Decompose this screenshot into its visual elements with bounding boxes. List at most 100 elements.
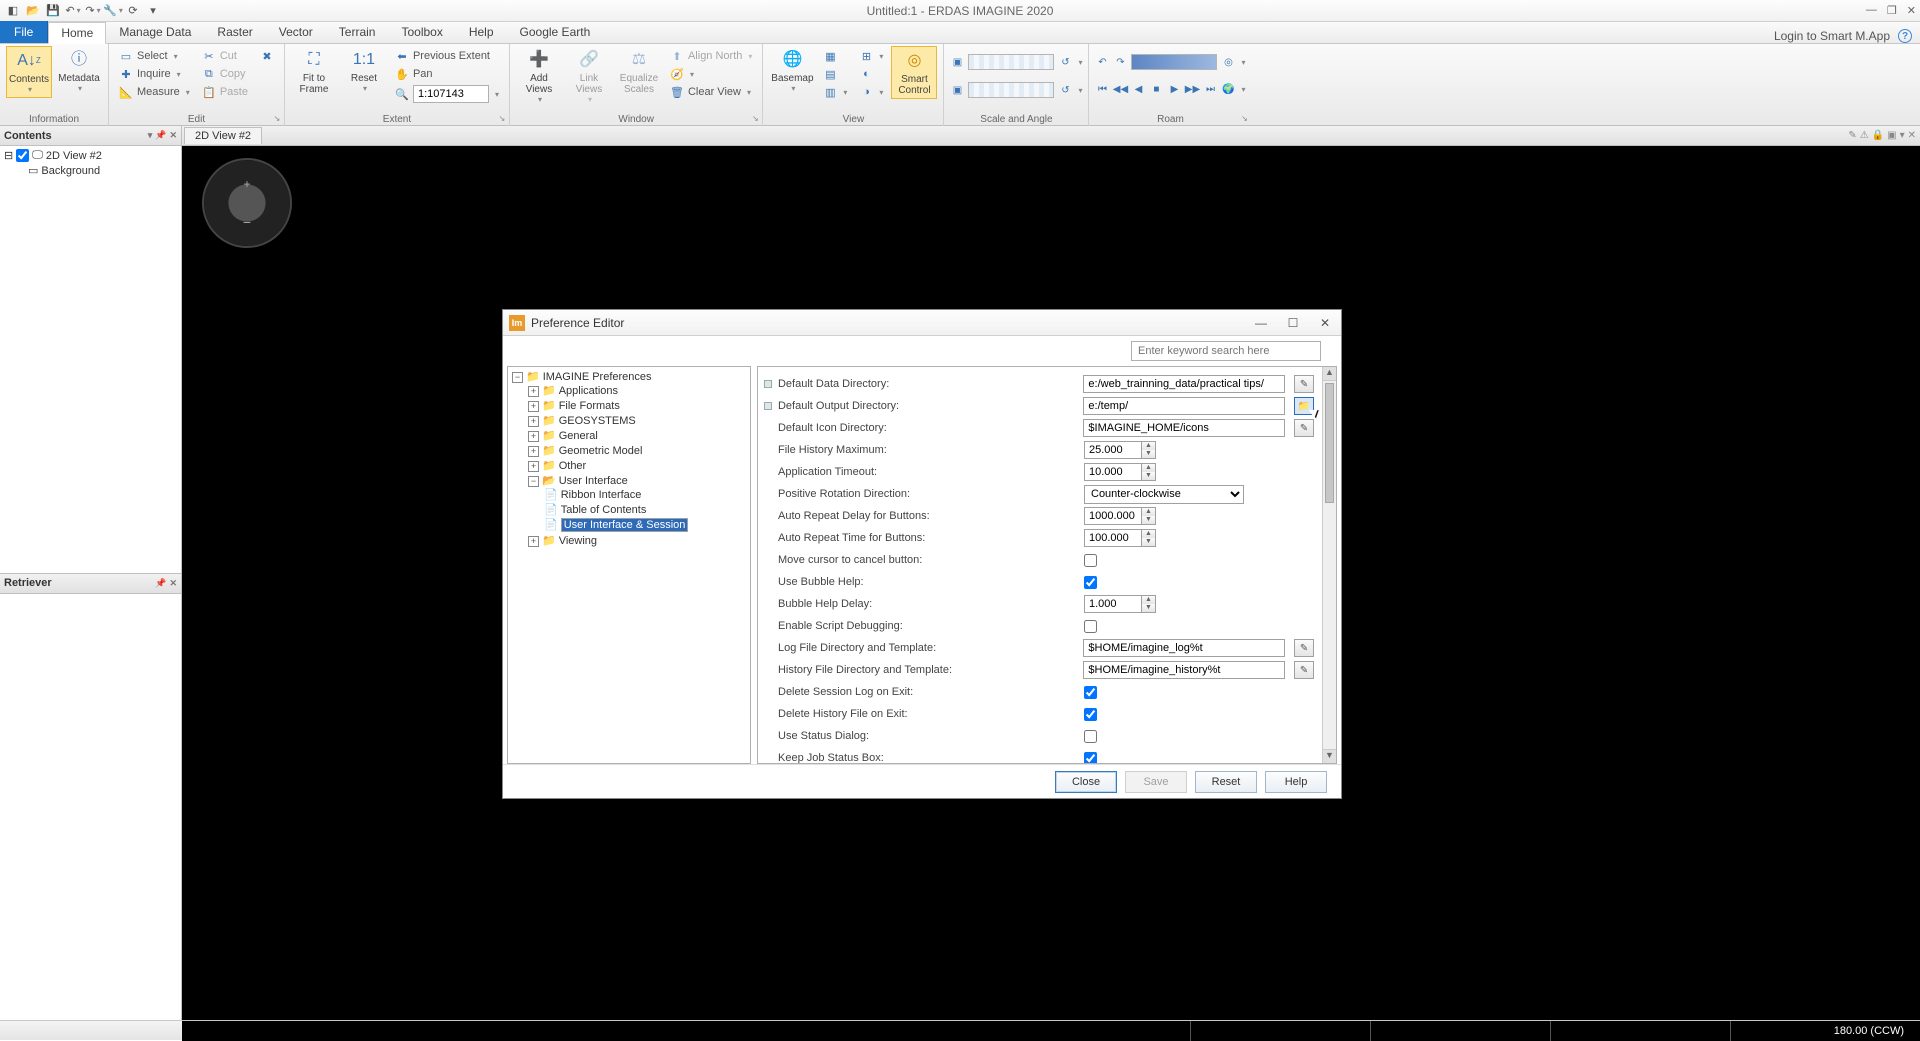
reset-button[interactable]: Reset: [1195, 771, 1257, 793]
view-tool-a[interactable]: ✎: [1848, 130, 1856, 141]
script-debug-checkbox[interactable]: [1084, 620, 1097, 633]
dialog-maximize-icon[interactable]: ☐: [1283, 316, 1303, 330]
tree-row-background[interactable]: ▭Background: [2, 163, 179, 178]
tab-home[interactable]: Home: [48, 22, 106, 44]
file-history-stepper[interactable]: ▲▼: [1142, 441, 1156, 459]
roam-target-icon[interactable]: ◎: [1221, 55, 1235, 69]
default-icon-dir-input[interactable]: [1083, 419, 1285, 437]
view-tool-6[interactable]: ◑▾: [855, 84, 887, 100]
delete-history-checkbox[interactable]: [1084, 708, 1097, 721]
reset-button[interactable]: 1:1Reset▾: [341, 46, 387, 96]
scale-bar-icon-2[interactable]: ▣: [950, 83, 964, 97]
view-checkbox[interactable]: [16, 149, 29, 162]
window-restore-icon[interactable]: ❐: [1887, 4, 1897, 17]
status-dialog-checkbox[interactable]: [1084, 730, 1097, 743]
tab-toolbox[interactable]: Toolbox: [388, 21, 455, 43]
scale-input[interactable]: [413, 85, 489, 103]
edit-group-launcher-icon[interactable]: ↘: [272, 114, 282, 124]
scale-field[interactable]: 🔍▾: [391, 84, 503, 104]
scroll-thumb[interactable]: [1325, 383, 1334, 503]
retriever-pin-icon[interactable]: 📌: [155, 578, 166, 589]
view-tool-e[interactable]: ▾: [1900, 130, 1905, 141]
tree-general[interactable]: +📁General: [528, 428, 748, 443]
tab-file[interactable]: File: [0, 21, 48, 43]
scale-reset-1[interactable]: ↺: [1058, 55, 1072, 69]
file-history-input[interactable]: [1084, 441, 1142, 459]
log-template-input[interactable]: [1083, 639, 1285, 657]
roam-play-icon[interactable]: ▶: [1167, 82, 1181, 96]
bubble-help-checkbox[interactable]: [1084, 576, 1097, 589]
history-template-input[interactable]: [1083, 661, 1285, 679]
undo-icon[interactable]: ↶▾: [64, 2, 82, 20]
scroll-up-icon[interactable]: ▲: [1323, 367, 1336, 381]
view-tool-4[interactable]: ⊞▾: [855, 48, 887, 64]
tree-ribbon[interactable]: 📄Ribbon Interface: [544, 487, 748, 502]
basemap-button[interactable]: 🌐Basemap▾: [769, 46, 815, 96]
browse-log-button[interactable]: ✎: [1294, 639, 1314, 657]
help-button[interactable]: Help: [1265, 771, 1327, 793]
roam-globe-icon[interactable]: 🌍: [1221, 82, 1235, 96]
browse-data-dir-button[interactable]: ✎: [1294, 375, 1314, 393]
dialog-close-icon[interactable]: ✕: [1315, 316, 1335, 330]
view-tool-2[interactable]: ▤: [819, 66, 851, 82]
auto-delay-input[interactable]: [1084, 507, 1142, 525]
bubble-delay-input[interactable]: [1084, 595, 1142, 613]
equalize-scales-button[interactable]: ⚖Equalize Scales: [616, 46, 662, 97]
add-views-button[interactable]: ➕Add Views▾: [516, 46, 562, 107]
refresh-icon[interactable]: ⟳: [124, 2, 142, 20]
roam-slider[interactable]: [1131, 54, 1217, 70]
tree-fileformats[interactable]: +📁File Formats: [528, 398, 748, 413]
tree-row-view[interactable]: ⊟🖵2D View #2: [2, 148, 179, 163]
roam-stop-icon[interactable]: ■: [1149, 82, 1163, 96]
tool-icon[interactable]: 🔧▾: [104, 2, 122, 20]
cut-button[interactable]: ✂Cut: [198, 48, 252, 64]
positive-rotation-select[interactable]: Counter-clockwise: [1084, 485, 1244, 504]
paste-button[interactable]: 📋Paste: [198, 84, 252, 100]
view-tool-d[interactable]: ▣: [1887, 130, 1896, 141]
panel-pin-icon[interactable]: 📌: [155, 130, 166, 141]
qat-more-icon[interactable]: ▾: [144, 2, 162, 20]
copy-button[interactable]: ⧉Copy: [198, 66, 252, 82]
view-tab-2d[interactable]: 2D View #2: [184, 127, 262, 144]
tree-viewing[interactable]: +📁Viewing: [528, 533, 748, 548]
view-canvas[interactable]: + − Im Preference Editor — ☐ ✕: [182, 146, 1920, 1020]
inquire-button[interactable]: ✚Inquire▾: [115, 66, 194, 82]
tree-uisession[interactable]: 📄User Interface & Session: [544, 517, 748, 532]
panel-close-icon[interactable]: ✕: [169, 130, 177, 141]
auto-time-input[interactable]: [1084, 529, 1142, 547]
scale-slider-2[interactable]: [968, 82, 1054, 98]
tree-ui[interactable]: −📂User Interface 📄Ribbon Interface 📄Tabl…: [528, 473, 748, 533]
north-arrow-button[interactable]: 🧭▾: [666, 66, 756, 82]
link-views-button[interactable]: 🔗Link Views▾: [566, 46, 612, 107]
clear-view-button[interactable]: 🗑Clear View▾: [666, 84, 756, 100]
bubble-delay-stepper[interactable]: ▲▼: [1142, 595, 1156, 613]
panel-menu-icon[interactable]: ▾: [148, 130, 153, 141]
pref-search-input[interactable]: [1131, 341, 1321, 361]
browse-icon-dir-button[interactable]: ✎: [1294, 419, 1314, 437]
tree-geom[interactable]: +📁Geometric Model: [528, 443, 748, 458]
metadata-button[interactable]: ⓘMetadata▾: [56, 46, 102, 96]
tab-google-earth[interactable]: Google Earth: [507, 21, 604, 43]
view-tab-close-icon[interactable]: ✕: [1908, 130, 1916, 141]
open-icon[interactable]: 📂: [24, 2, 42, 20]
tab-manage-data[interactable]: Manage Data: [106, 21, 204, 43]
retriever-close-icon[interactable]: ✕: [169, 578, 177, 589]
browse-history-button[interactable]: ✎: [1294, 661, 1314, 679]
contents-button[interactable]: A↓ZContents▾: [6, 46, 52, 98]
preference-tree[interactable]: −📁IMAGINE Preferences +📁Applications +📁F…: [507, 366, 751, 764]
view-tool-c[interactable]: 🔒: [1872, 130, 1884, 141]
select-button[interactable]: ▭Select▾: [115, 48, 194, 64]
save-button[interactable]: Save: [1125, 771, 1187, 793]
roam-prev-icon[interactable]: ◀◀: [1113, 82, 1127, 96]
default-data-dir-input[interactable]: [1083, 375, 1285, 393]
zoom-out-icon[interactable]: −: [243, 214, 251, 230]
app-timeout-input[interactable]: [1084, 463, 1142, 481]
scale-slider-1[interactable]: [968, 54, 1054, 70]
redo-icon[interactable]: ↷▾: [84, 2, 102, 20]
view-tool-b[interactable]: ⚠: [1860, 130, 1869, 141]
app-timeout-stepper[interactable]: ▲▼: [1142, 463, 1156, 481]
roam-fwd-icon[interactable]: ▶▶: [1185, 82, 1199, 96]
tab-vector[interactable]: Vector: [266, 21, 326, 43]
save-icon[interactable]: 💾: [44, 2, 62, 20]
roam-rotate-right-icon[interactable]: ↷: [1113, 55, 1127, 69]
